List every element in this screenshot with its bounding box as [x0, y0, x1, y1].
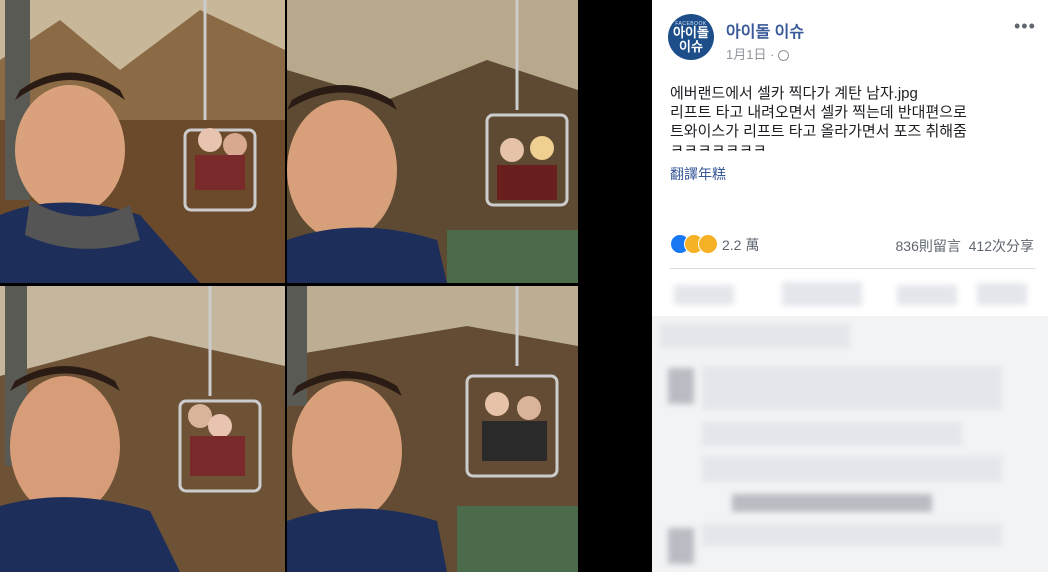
share-count[interactable]: 412次分享 — [969, 238, 1034, 254]
post-text-line-3: 트와이스가 리프트 타고 올라가면서 포즈 취해줌 — [670, 123, 967, 140]
post-panel: FACEBOOK 아이돌 이슈 아이돌 이슈 1月1日 · ••• 에버랜드에서… — [652, 0, 1048, 572]
comment-count[interactable]: 836則留言 — [896, 238, 961, 254]
post-text: 에버랜드에서 셀카 찍다가 계탄 남자.jpg 리프트 타고 내려오면서 셀카 … — [670, 84, 1040, 151]
page-name-link[interactable]: 아이돌 이슈 — [726, 18, 804, 42]
blurred-action-4[interactable] — [977, 283, 1027, 305]
blurred-comment-avatar-1[interactable] — [668, 368, 694, 404]
blurred-action-1[interactable] — [674, 285, 734, 305]
blurred-comment-5 — [702, 524, 1002, 546]
globe-icon — [778, 50, 790, 61]
avatar-line-1: 아이돌 — [673, 25, 709, 40]
photo-tile-3 — [0, 286, 285, 572]
post-meta: 1月1日 · — [726, 44, 790, 63]
comments-area — [652, 316, 1048, 572]
more-options-icon[interactable]: ••• — [1014, 16, 1036, 37]
wow-reaction-icon — [698, 234, 718, 254]
post-stats: 836則留言 412次分享 — [896, 236, 1035, 256]
avatar-line-2: 이슈 — [679, 39, 703, 54]
photo-tile-4 — [287, 286, 578, 572]
photo-viewer — [0, 0, 578, 572]
photo-collage[interactable] — [0, 0, 578, 572]
post-text-line-4: ㅋㅋㅋㅋㅋㅋㅋ — [670, 142, 767, 151]
blurred-comment-sort[interactable] — [660, 324, 850, 348]
post-date[interactable]: 1月1日 · — [726, 47, 774, 62]
page-avatar[interactable]: FACEBOOK 아이돌 이슈 — [668, 14, 714, 60]
blurred-comment-2 — [702, 422, 962, 446]
reaction-count: 2.2 萬 — [722, 237, 760, 253]
photo-tile-2 — [287, 0, 578, 283]
photo-tile-1 — [0, 0, 285, 283]
blurred-comment-4 — [732, 494, 932, 512]
stats-divider — [670, 268, 1036, 269]
blurred-comment-avatar-2[interactable] — [668, 528, 694, 564]
viewer-gap — [578, 0, 652, 572]
blurred-comment-3 — [702, 456, 1002, 482]
blurred-comment-1 — [702, 366, 1002, 410]
translate-link[interactable]: 翻譯年糕 — [670, 164, 726, 184]
post-text-line-1: 에버랜드에서 셀카 찍다가 계탄 남자.jpg — [670, 85, 918, 102]
blurred-action-2[interactable] — [782, 282, 862, 306]
blurred-action-3[interactable] — [897, 285, 957, 305]
post-text-line-2: 리프트 타고 내려오면서 셀카 찍는데 반대편으로 — [670, 104, 967, 121]
